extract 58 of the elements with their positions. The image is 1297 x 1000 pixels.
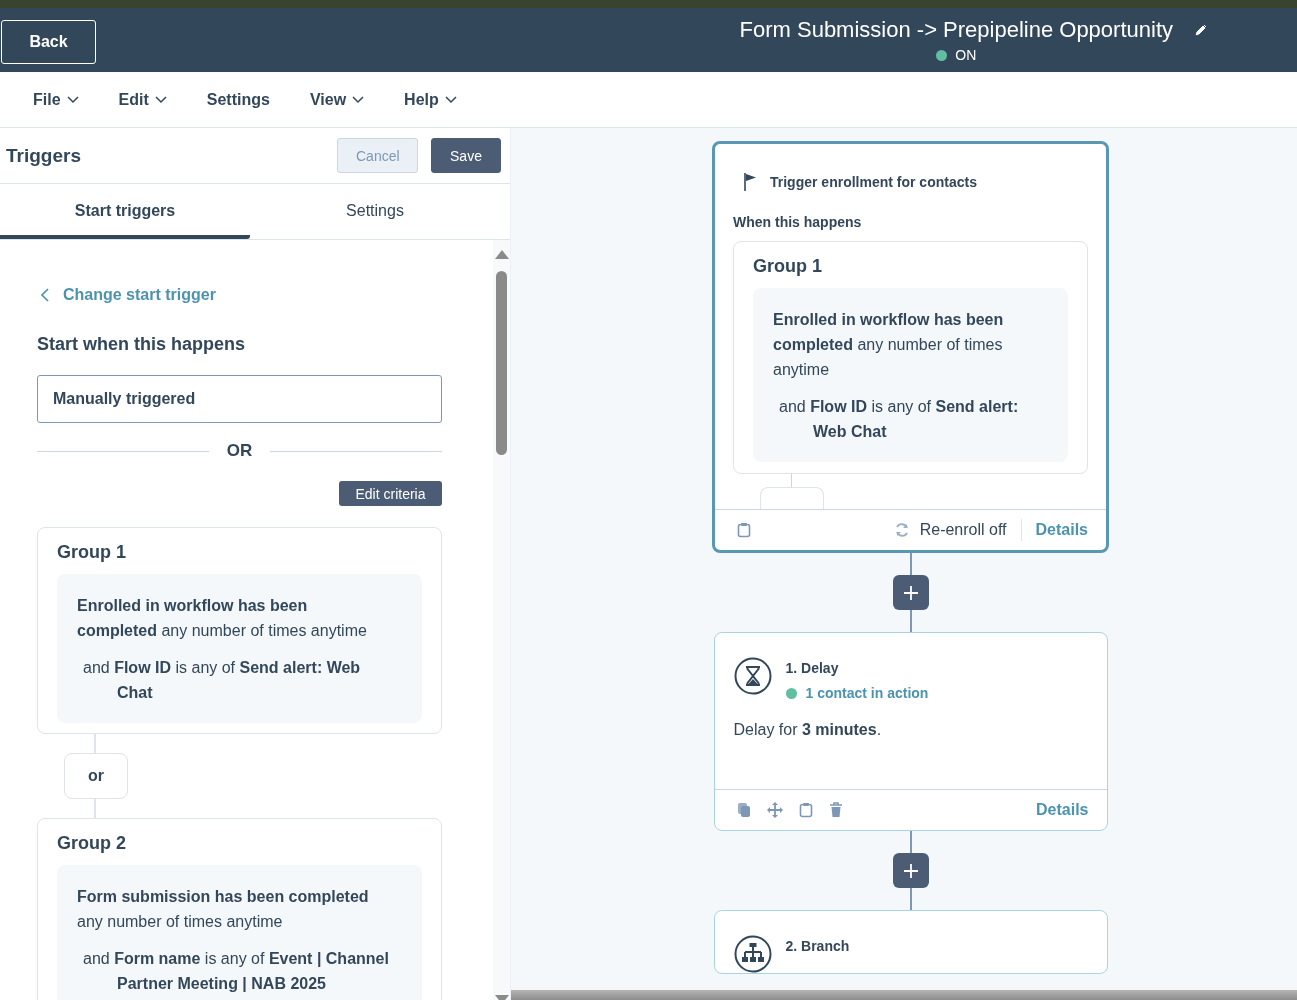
chevron-left-icon <box>41 288 49 302</box>
menu-item[interactable]: Settings <box>206 90 270 109</box>
flag-icon <box>744 172 758 192</box>
filter-text: and Form name is any of Event | Channel Partner Meeting | NAB 2025 <box>82 949 390 994</box>
menu-item[interactable]: View <box>309 90 365 109</box>
reenroll-status: Re-enroll off <box>919 521 1007 539</box>
filter-text: and Flow ID is any of Send alert: Web Chat <box>778 397 1020 442</box>
action-description: Delay for 3 minutes. <box>733 721 883 740</box>
tab[interactable]: Start triggers <box>0 184 250 239</box>
plus-icon <box>902 862 919 879</box>
trigger-field[interactable]: Manually triggered <box>37 375 442 423</box>
chevron-down-icon <box>444 95 457 104</box>
trigger-card[interactable]: Trigger enrollment for contacts When this happens Group 1 Enrolled in workflow has been completed any number of times anytime and Flow ID is any of Send alert: Web Chat Re-enroll off Details <box>712 141 1109 553</box>
or-joiner: or <box>64 753 128 799</box>
chevron-down-icon <box>66 95 79 104</box>
group-title: Group 1 <box>57 542 127 563</box>
action-card[interactable]: 1. Delay 1 contact in action Delay for 3 minutes. Details <box>713 632 1108 831</box>
status-dot <box>785 687 797 699</box>
tab[interactable]: Settings <box>250 184 500 239</box>
menu-item[interactable]: Help <box>404 90 457 109</box>
pencil-icon[interactable] <box>1193 22 1209 38</box>
clipboard-icon[interactable] <box>798 802 813 818</box>
scrollbar[interactable] <box>493 240 510 1000</box>
move-icon[interactable] <box>766 802 783 818</box>
hourglass-icon <box>733 657 772 695</box>
branch-icon <box>733 935 772 973</box>
status-label: ON <box>955 47 977 63</box>
add-action-button[interactable] <box>892 853 929 888</box>
trigger-title: Trigger enrollment for contacts <box>770 174 977 190</box>
refresh-icon <box>893 522 910 538</box>
joiner-pill <box>760 486 824 509</box>
add-action-button[interactable] <box>892 575 929 610</box>
edit-criteria-button[interactable]: Edit criteria <box>339 481 442 506</box>
workflow-title: Form Submission -> Prepipeline Opportunity <box>739 17 1173 43</box>
trigger-subtitle: When this happens <box>733 214 863 230</box>
filter-text: and Flow ID is any of Send alert: Web Chat <box>82 658 362 703</box>
back-button[interactable]: Back <box>1 19 96 64</box>
horizontal-scrollbar[interactable] <box>511 990 1297 1000</box>
save-button[interactable]: Save <box>431 138 501 173</box>
menu-item[interactable]: File <box>33 90 79 109</box>
section-heading: Start when this happens <box>37 334 247 355</box>
panel-title: Triggers <box>6 144 81 167</box>
chevron-down-icon <box>154 95 167 104</box>
copy-icon[interactable] <box>736 802 751 818</box>
action-title: 1. Delay <box>785 660 840 676</box>
plus-icon <box>902 584 919 601</box>
chevron-down-icon <box>352 95 365 104</box>
group-title: Group 2 <box>57 833 127 854</box>
menu-item[interactable]: Edit <box>118 90 167 109</box>
group-title: Group 1 <box>753 256 823 277</box>
action-title: 2. Branch <box>785 938 850 954</box>
or-separator: OR <box>226 441 253 461</box>
trash-icon[interactable] <box>828 802 843 818</box>
criteria-text: Enrolled in workflow has been completed any number of times anytime <box>773 310 1005 380</box>
action-card[interactable]: 2. Branch <box>713 910 1108 974</box>
criteria-text: Form submission has been completed any number of times anytime <box>77 887 370 932</box>
criteria-text: Enrolled in workflow has been completed any number of times anytime <box>77 596 368 641</box>
clipboard-icon[interactable] <box>737 522 751 538</box>
